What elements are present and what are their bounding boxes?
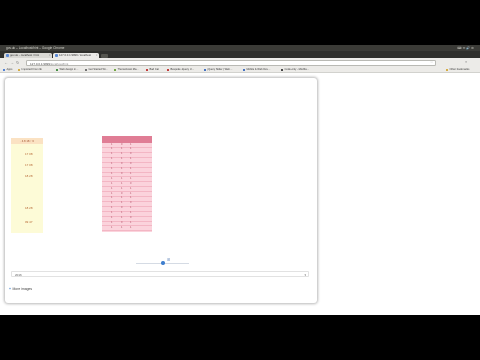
left-column-value: 18 28 [25, 173, 33, 178]
table-cell: 1 [130, 171, 132, 175]
left-column-value: 17 08 [25, 151, 33, 156]
bookmark-apps[interactable]: Apps [3, 67, 12, 72]
table-cell: 1 [111, 225, 113, 229]
table-header [102, 135, 152, 143]
favicon-icon [204, 68, 207, 71]
url-path: /localhost/hint [50, 61, 69, 66]
reload-icon[interactable]: ↻ [16, 60, 19, 65]
folder-icon [446, 68, 449, 71]
table-cell: 1 [121, 181, 123, 185]
table-cell: 1 [111, 176, 113, 180]
favicon-icon [6, 54, 9, 57]
bookmark-item[interactable]: Themeforest Ma… [114, 67, 139, 72]
favicon-icon [167, 68, 170, 71]
table-cell: 1 [121, 167, 123, 170]
table-cell: 0 [121, 220, 123, 224]
more-images-link[interactable]: + More images [9, 287, 32, 291]
table-cell: 1 [130, 220, 132, 224]
table-cell: 1 [111, 167, 113, 170]
table-cell: 0 [130, 216, 132, 219]
table-cell: 1 [121, 216, 123, 219]
bookmark-item[interactable]: Mobile & Web Dev… [243, 67, 271, 72]
favicon-icon [114, 68, 117, 71]
dropdown-value: 2016 [15, 272, 22, 277]
left-column-value: 18 28 [25, 205, 33, 210]
plus-icon: + [9, 286, 11, 291]
bookmark-item[interactable]: Code-only - Mozilla… [281, 67, 309, 72]
table-cell: 1 [111, 162, 113, 166]
bookmark-item[interactable]: Get Started Wi… [85, 67, 108, 72]
tab-1-label: gov.uk – localhost / hint [10, 52, 40, 57]
left-column-value: 17 08 [25, 162, 33, 167]
favicon-icon [281, 68, 284, 71]
left-column-value: 09 47 [25, 219, 33, 224]
table-cell: 1 [130, 167, 132, 170]
apps-icon [3, 68, 6, 71]
table-cell: 1 [111, 186, 113, 190]
table-cell: 0 [121, 162, 123, 166]
table-cell: 0 [121, 171, 123, 175]
menu-icon[interactable]: ≡ [465, 60, 467, 64]
bookmark-item[interactable]: Web design in… [56, 67, 78, 72]
favicon-icon [55, 54, 58, 57]
table-cell: 1 [121, 211, 123, 215]
chevron-down-icon: ▾ [304, 272, 306, 277]
content-panel: · 4.8 18 ↑ 6 17 08 17 08 18 28 18 28 09 … [5, 77, 317, 303]
table-cell: 1 [130, 176, 132, 180]
slider-handle[interactable] [160, 261, 165, 265]
table-cell: 0 [130, 181, 132, 185]
favicon-icon [85, 68, 88, 71]
table-cell: 1 [121, 225, 123, 229]
favicon-icon [243, 68, 246, 71]
table-cell: 1 [130, 211, 132, 215]
tab-2-label: 127.0.0.1:9999 / localhost [59, 52, 92, 57]
tab-bar: gov.uk – localhost / hint × 127.0.0.1:99… [0, 51, 480, 58]
left-column: · 4.8 18 ↑ 6 17 08 17 08 18 28 18 28 09 … [11, 137, 43, 233]
bookmark-item[interactable]: jQuery Slider | Web… [204, 67, 233, 72]
table-cell: 1 [111, 220, 113, 224]
favicon-icon [56, 68, 59, 71]
favicon-icon [146, 68, 149, 71]
more-images-label: More images [12, 286, 33, 291]
table-cell: 1 [130, 186, 132, 190]
table-cell: 1 [111, 211, 113, 215]
table-row: 1 1 1 [102, 226, 152, 232]
data-table: 1011111101111001111011111101111011111101… [102, 135, 152, 232]
bookmark-other[interactable]: Other bookmarks [446, 67, 469, 72]
folder-icon [18, 68, 21, 71]
cursor-icon: ⊞ [167, 256, 171, 262]
window-controls[interactable]: ⌨ ✉ 🔊 ⚙ [457, 46, 474, 50]
table-cell: 1 [121, 186, 123, 190]
table-cell: 1 [111, 171, 113, 175]
url-host: 127.0.0.1:9999 [30, 61, 51, 66]
forward-icon[interactable]: → [10, 60, 14, 65]
page-content: · 4.8 18 ↑ 6 17 08 17 08 18 28 18 28 09 … [0, 72, 480, 315]
table-cell: 0 [130, 162, 132, 166]
browser-screen: gov.uk – Localhost/hint – Google Chrome … [0, 45, 480, 315]
year-dropdown[interactable]: 2016 ▾ [11, 270, 309, 277]
address-bar[interactable]: 127.0.0.1:9999/localhost/hint [26, 59, 436, 66]
new-tab-button[interactable] [101, 54, 108, 58]
table-cell: 1 [111, 181, 113, 185]
bookmark-item[interactable]: Bespoke Jquery U… [167, 67, 194, 72]
bookmark-star-icon[interactable]: ☆ [430, 60, 433, 64]
bookmark-item[interactable]: Imported From IE [18, 67, 42, 72]
table-cell: 1 [111, 216, 113, 219]
table-cell: 1 [130, 225, 132, 229]
back-icon[interactable]: ← [4, 60, 8, 65]
left-column-header: · 4.8 18 ↑ 6 [11, 137, 43, 144]
table-cell: 1 [121, 176, 123, 180]
bookmark-item[interactable]: Bad Cat [146, 67, 159, 72]
